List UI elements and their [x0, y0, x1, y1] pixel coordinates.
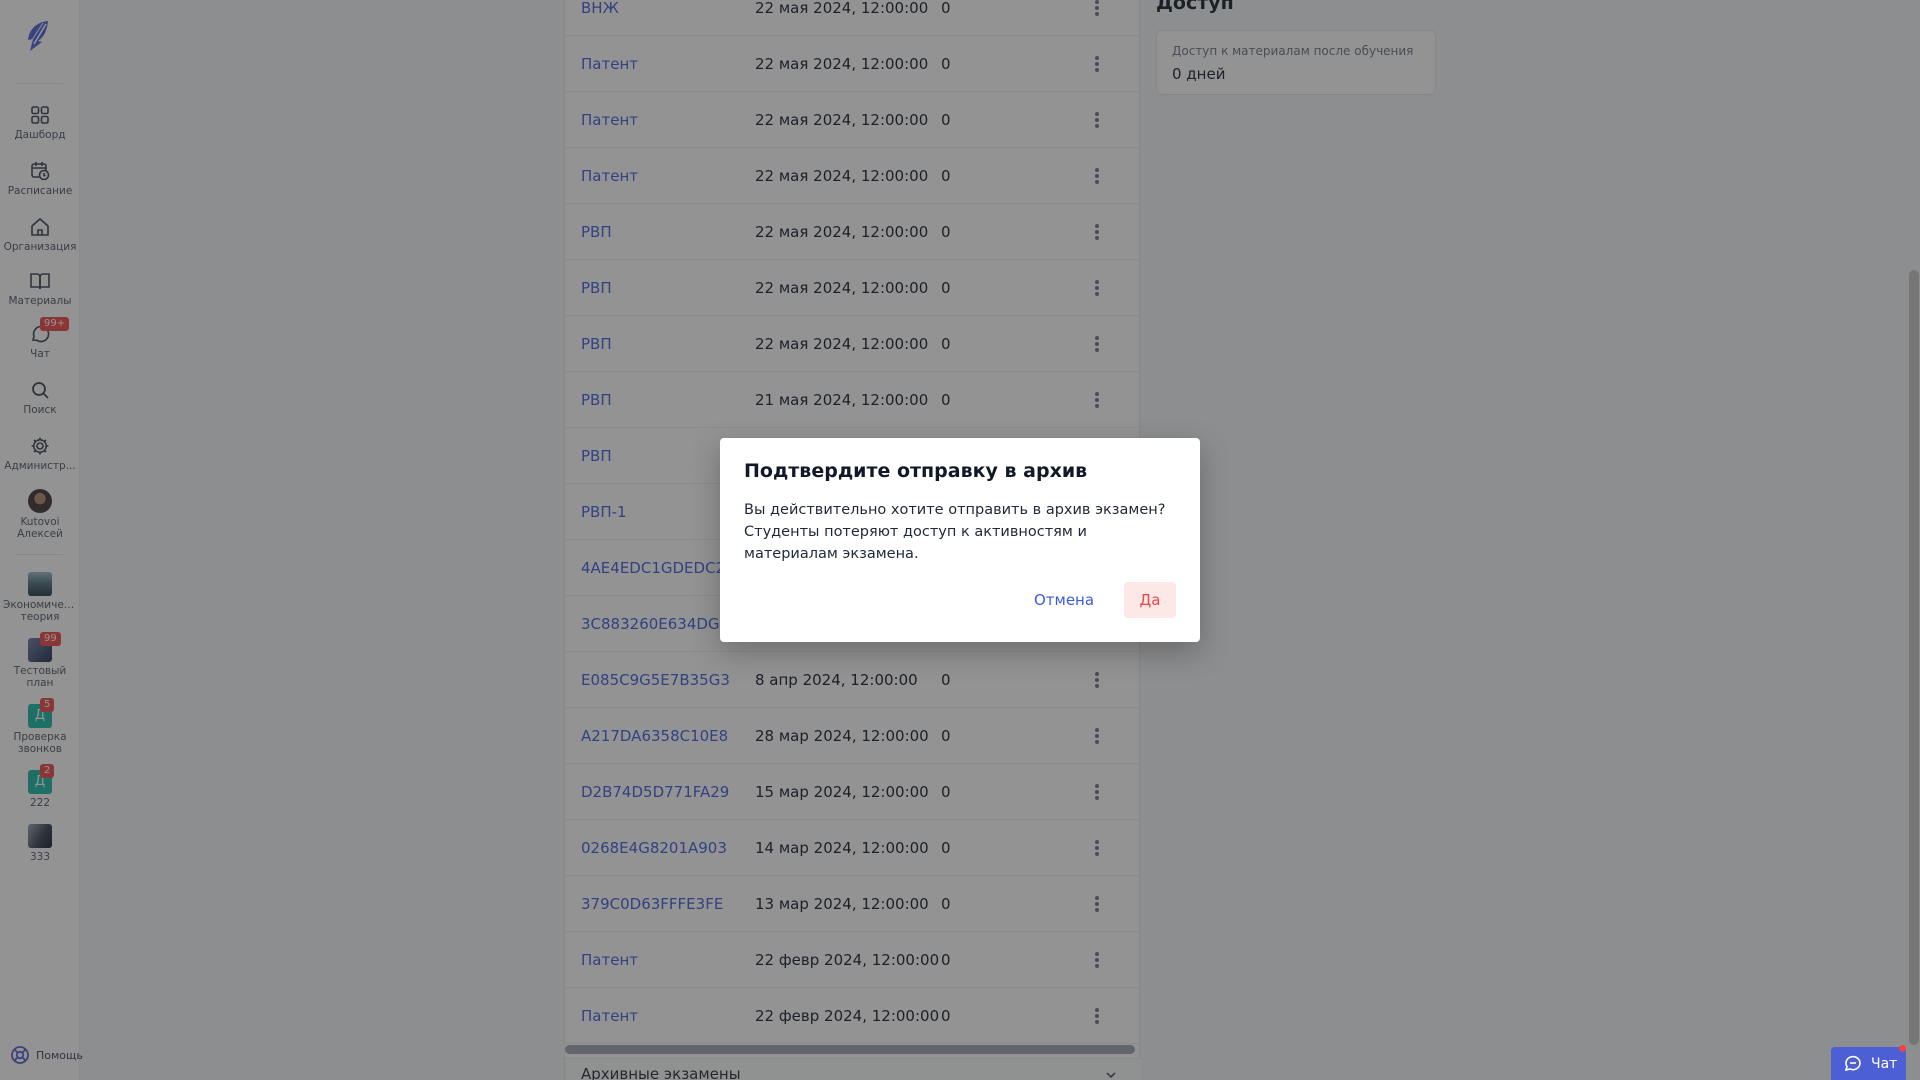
- notification-dot: [1899, 1045, 1906, 1052]
- chat-widget-button[interactable]: Чат: [1831, 1047, 1906, 1080]
- confirm-yes-button[interactable]: Да: [1124, 582, 1176, 618]
- cancel-button[interactable]: Отмена: [1018, 582, 1110, 618]
- dialog-message: Вы действительно хотите отправить в архи…: [744, 502, 1166, 562]
- chat-widget-label: Чат: [1871, 1055, 1898, 1072]
- dialog-title: Подтвердите отправку в архив: [744, 460, 1088, 482]
- chat-bubble-icon: [1844, 1055, 1861, 1071]
